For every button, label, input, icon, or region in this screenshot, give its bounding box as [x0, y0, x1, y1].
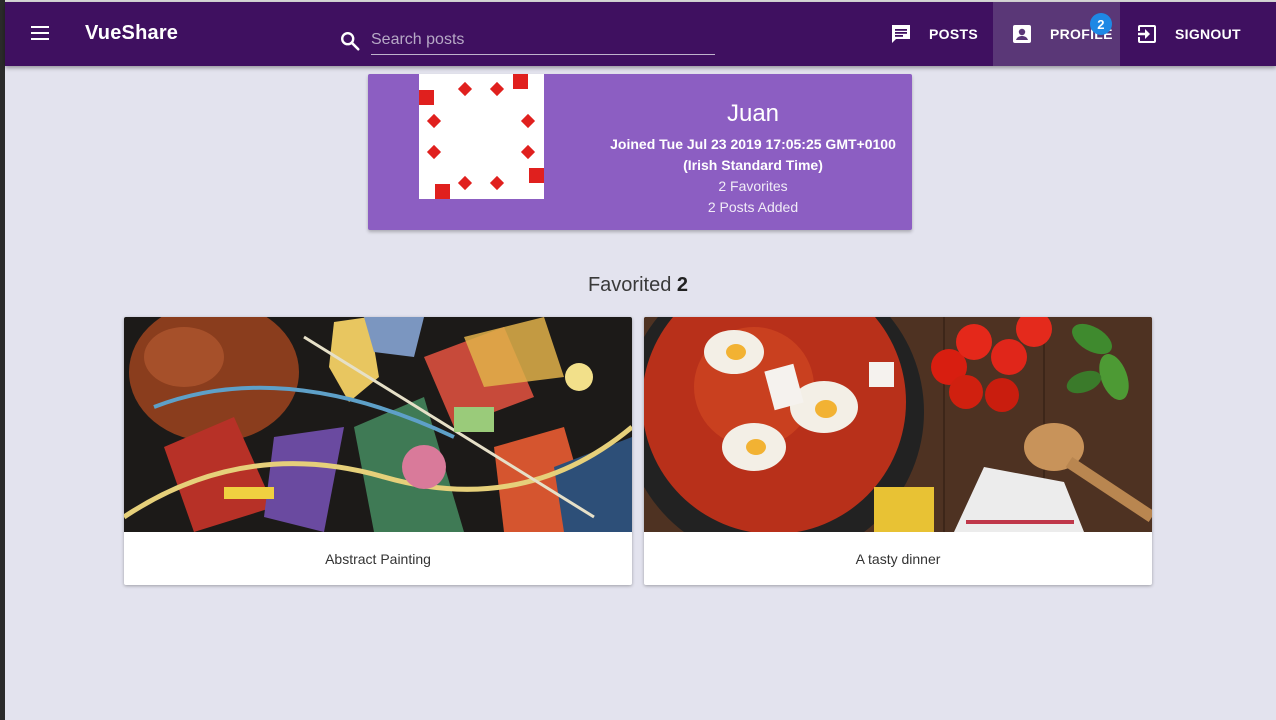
post-image-abstract-painting[interactable]: [124, 317, 632, 532]
exit-icon: [1138, 25, 1156, 43]
profile-joined-date: Joined Tue Jul 23 2019 17:05:25 GMT+0100: [610, 136, 896, 152]
favorites-heading-label: Favorited: [587, 274, 672, 296]
app-toolbar: VueShare POSTS PROFILE 2 SIGNOUT: [5, 2, 1276, 66]
avatar: [419, 74, 544, 199]
nav-profile-button[interactable]: PROFILE 2: [993, 2, 1120, 66]
profile-posts-count: 2 Posts Added: [707, 199, 799, 215]
chat-icon: [892, 25, 910, 43]
favorites-heading-count: 2: [676, 274, 689, 296]
nav-posts-button[interactable]: POSTS: [889, 2, 989, 66]
nav-signout-button[interactable]: SIGNOUT: [1135, 2, 1265, 66]
profile-name: Juan: [726, 100, 780, 127]
post-title: Abstract Painting: [325, 550, 431, 567]
app-title[interactable]: VueShare: [85, 22, 178, 45]
menu-icon[interactable]: [27, 22, 53, 46]
post-title: A tasty dinner: [855, 550, 941, 567]
profile-joined-timezone: (Irish Standard Time): [683, 157, 823, 173]
post-image-tasty-dinner[interactable]: [644, 317, 1152, 532]
post-card[interactable]: Abstract Painting: [124, 317, 632, 585]
profile-card: Juan Joined Tue Jul 23 2019 17:05:25 GMT…: [368, 74, 912, 230]
nav-signout-label: SIGNOUT: [1175, 26, 1241, 42]
search-input[interactable]: [371, 26, 715, 55]
account-box-icon: [1013, 25, 1031, 43]
post-card[interactable]: A tasty dinner: [644, 317, 1152, 585]
left-edge-strip: [0, 0, 5, 720]
profile-badge: 2: [1090, 13, 1112, 35]
favorites-heading: Favorited 2: [0, 274, 1276, 297]
profile-info: Juan Joined Tue Jul 23 2019 17:05:25 GMT…: [598, 100, 908, 218]
nav-posts-label: POSTS: [929, 26, 978, 42]
profile-favorites-count: 2 Favorites: [718, 178, 788, 194]
search-bar: [335, 26, 715, 60]
search-icon[interactable]: [339, 30, 361, 52]
